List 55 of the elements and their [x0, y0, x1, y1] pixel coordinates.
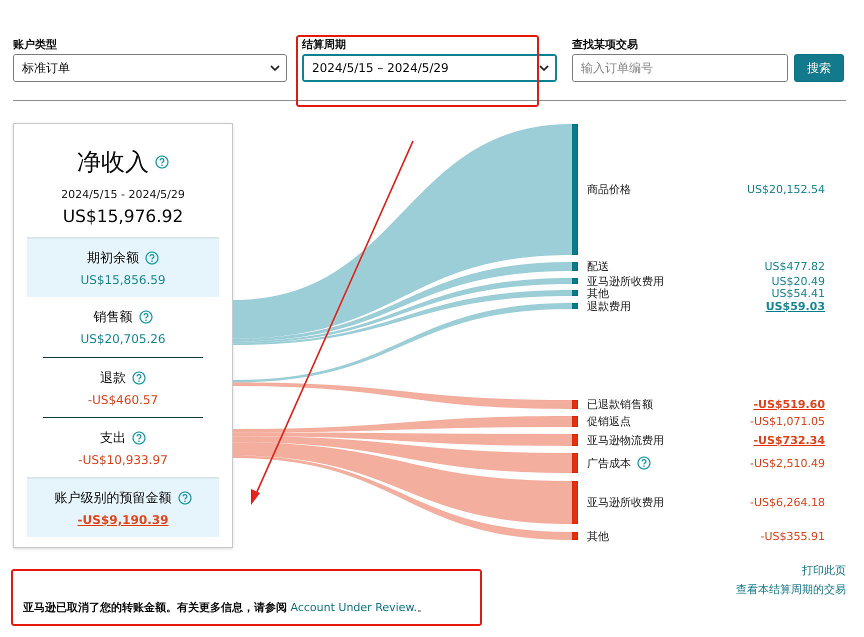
- section-label: 退款: [100, 370, 126, 386]
- category-label: 亚马逊所收费用: [587, 274, 664, 288]
- category-amount: US$477.82: [764, 260, 825, 273]
- category-label: 促销返点: [587, 414, 631, 429]
- section-amount: US$20,705.26: [80, 332, 166, 346]
- section-amount: US$15,856.59: [80, 273, 166, 287]
- section-label: 支出: [100, 430, 126, 446]
- category-amount: -US$2,510.49: [750, 456, 825, 470]
- page-link[interactable]: 打印此页: [802, 563, 846, 578]
- category-label: 退款费用: [587, 299, 631, 314]
- section-amount: -US$460.57: [88, 392, 158, 406]
- help-icon[interactable]: [138, 310, 152, 324]
- category-amount: -US$355.91: [760, 530, 825, 542]
- category-label: 配送: [587, 259, 609, 274]
- caret-icon: [539, 64, 549, 72]
- category-amount: US$54.41: [771, 286, 825, 300]
- section-label: 期初余额: [87, 250, 139, 267]
- category-label: 其他: [587, 286, 609, 300]
- category-label: 已退款销售额: [587, 397, 653, 412]
- account-review-link[interactable]: Account Under Review.: [290, 601, 417, 614]
- amount-link[interactable]: -US$732.34: [753, 434, 825, 446]
- category-amount: US$20,152.54: [746, 183, 825, 196]
- category-label: 亚马逊物流费用: [587, 432, 664, 448]
- category-label: 广告成本: [587, 456, 631, 470]
- amount-link[interactable]: US$59.03: [766, 300, 825, 312]
- caret-icon: [270, 64, 280, 72]
- category-label: 商品价格: [587, 182, 631, 197]
- amount-link[interactable]: -US$519.60: [753, 398, 825, 411]
- search-button[interactable]: 搜索: [794, 54, 844, 82]
- notice-message: 亚马逊已取消了您的转账金额。有关更多信息，请参阅 Account Under Review.。: [23, 600, 428, 615]
- field-label: 结算周期: [302, 38, 347, 52]
- field-label: 查找某项交易: [572, 38, 639, 52]
- section-label: 账户级别的预留金额: [54, 490, 172, 507]
- help-icon[interactable]: [132, 370, 146, 384]
- amount-link[interactable]: -US$9,190.39: [78, 513, 168, 527]
- summary-title: 净收入: [77, 147, 149, 178]
- help-icon[interactable]: [155, 155, 169, 169]
- search-field[interactable]: 输入订单编号: [572, 54, 788, 82]
- category-amount: US$20.49: [771, 274, 825, 288]
- category-amount: -US$6,264.18: [750, 496, 825, 509]
- section-amount: -US$10,933.97: [78, 452, 168, 466]
- dropdown[interactable]: 标准订单: [13, 54, 287, 82]
- help-icon[interactable]: [132, 430, 146, 444]
- section-label: 销售额: [94, 309, 132, 326]
- help-icon[interactable]: [178, 491, 192, 505]
- category-amount: -US$1,071.05: [750, 415, 825, 428]
- category-label: 其他: [587, 528, 609, 544]
- help-icon[interactable]: [637, 456, 651, 470]
- page-link[interactable]: 查看本结算周期的交易: [736, 582, 846, 597]
- total-amount: US$15,976.92: [62, 207, 184, 227]
- dropdown[interactable]: 2024/5/15 – 2024/5/29: [302, 54, 557, 82]
- period-text: 2024/5/15 - 2024/5/29: [61, 188, 185, 201]
- category-label: 亚马逊所收费用: [587, 495, 664, 510]
- field-label: 账户类型: [13, 38, 58, 52]
- help-icon[interactable]: [145, 251, 159, 265]
